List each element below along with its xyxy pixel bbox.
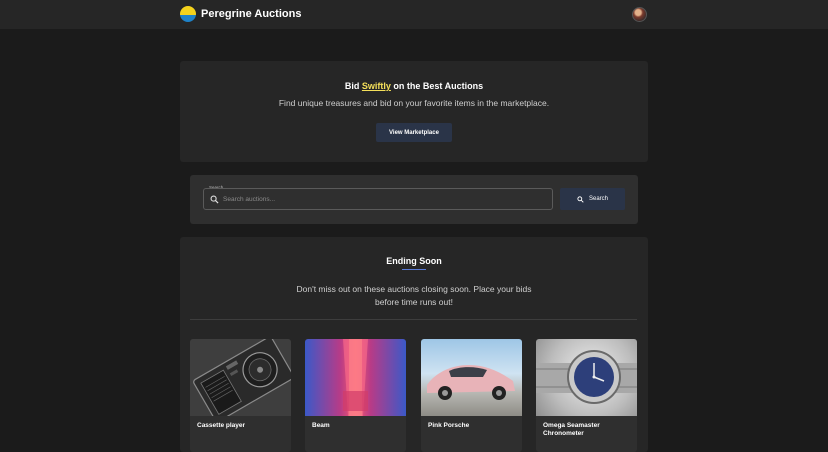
search-button-label: Search bbox=[588, 196, 608, 202]
search-field[interactable] bbox=[203, 188, 553, 210]
auction-image-cassette-player bbox=[190, 339, 291, 416]
auction-card-omega-seamaster[interactable]: Omega Seamaster Chronometer bbox=[536, 339, 637, 452]
auction-card-pink-porsche[interactable]: Pink Porsche bbox=[421, 339, 522, 452]
ending-soon-title: Ending Soon bbox=[386, 256, 442, 266]
brand-link[interactable]: Peregrine Auctions bbox=[180, 5, 301, 23]
hero-title: Bid Swiftly on the Best Auctions bbox=[180, 81, 648, 91]
auction-image-beam bbox=[305, 339, 406, 416]
hero-card: Bid Swiftly on the Best Auctions Find un… bbox=[180, 61, 648, 162]
auction-title: Omega Seamaster Chronometer bbox=[543, 422, 600, 437]
auction-card-cassette-player[interactable]: Cassette player bbox=[190, 339, 291, 452]
auction-card-beam[interactable]: Beam bbox=[305, 339, 406, 452]
title-underline bbox=[402, 269, 426, 270]
view-marketplace-button[interactable]: View Marketplace bbox=[376, 123, 452, 142]
auction-title: Cassette player bbox=[197, 422, 246, 429]
search-button-icon bbox=[577, 195, 584, 203]
search-icon bbox=[210, 195, 219, 204]
search-input[interactable] bbox=[223, 195, 543, 203]
ending-soon-subtitle: Don't miss out on these auctions closing… bbox=[296, 284, 532, 307]
auction-image-omega-seamaster bbox=[536, 339, 637, 416]
user-avatar[interactable] bbox=[632, 7, 647, 22]
hero-title-suffix: on the Best Auctions bbox=[390, 81, 484, 91]
search-card: Search Search bbox=[190, 175, 638, 224]
hero-subtitle: Find unique treasures and bid on your fa… bbox=[278, 98, 550, 108]
section-divider bbox=[190, 319, 637, 320]
ending-soon-section: Ending Soon Don't miss out on these auct… bbox=[180, 237, 648, 452]
top-navbar: Peregrine Auctions bbox=[0, 0, 828, 29]
hero-title-highlight: Swiftly bbox=[361, 81, 391, 91]
logo-icon bbox=[180, 6, 196, 22]
search-button[interactable]: Search bbox=[560, 188, 625, 210]
auction-title: Beam bbox=[312, 422, 330, 429]
brand-name: Peregrine Auctions bbox=[201, 8, 302, 20]
hero-title-prefix: Bid bbox=[344, 81, 362, 91]
auction-title: Pink Porsche bbox=[428, 422, 470, 429]
auction-image-pink-porsche bbox=[421, 339, 522, 416]
